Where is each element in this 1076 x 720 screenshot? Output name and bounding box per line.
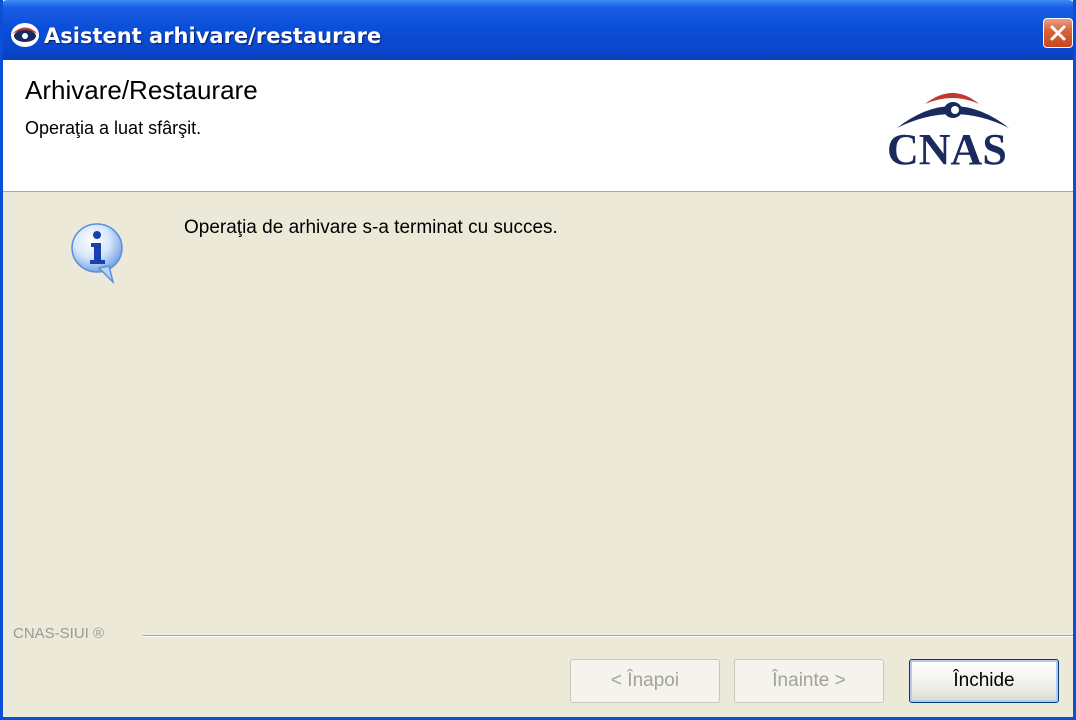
page-title: Arhivare/Restaurare (25, 75, 258, 105)
eye-icon (10, 20, 40, 50)
info-icon (67, 220, 131, 285)
title-bar[interactable]: Asistent arhivare/restaurare (3, 0, 1073, 60)
footer-divider (143, 635, 1073, 637)
window-title: Asistent arhivare/restaurare (44, 24, 382, 48)
close-window-button[interactable] (1043, 18, 1073, 48)
wizard-header: Arhivare/Restaurare Operaţia a luat sfâr… (3, 60, 1073, 192)
cnas-logo: CNAS (883, 82, 1048, 174)
status-message: Operaţia de arhivare s-a terminat cu suc… (184, 217, 558, 238)
close-button[interactable]: Închide (909, 659, 1059, 703)
page-subtitle: Operaţia a luat sfârşit. (25, 118, 202, 138)
wizard-content: Operaţia de arhivare s-a terminat cu suc… (3, 192, 1073, 622)
back-button[interactable]: < Înapoi (570, 659, 720, 703)
close-icon (1050, 25, 1066, 41)
wizard-window: Asistent arhivare/restaurare Arhivare/Re… (0, 0, 1076, 720)
footer-brand: CNAS-SIUI ® (13, 625, 111, 642)
next-button[interactable]: Înainte > (734, 659, 884, 703)
logo-wordmark: CNAS (887, 125, 1007, 174)
